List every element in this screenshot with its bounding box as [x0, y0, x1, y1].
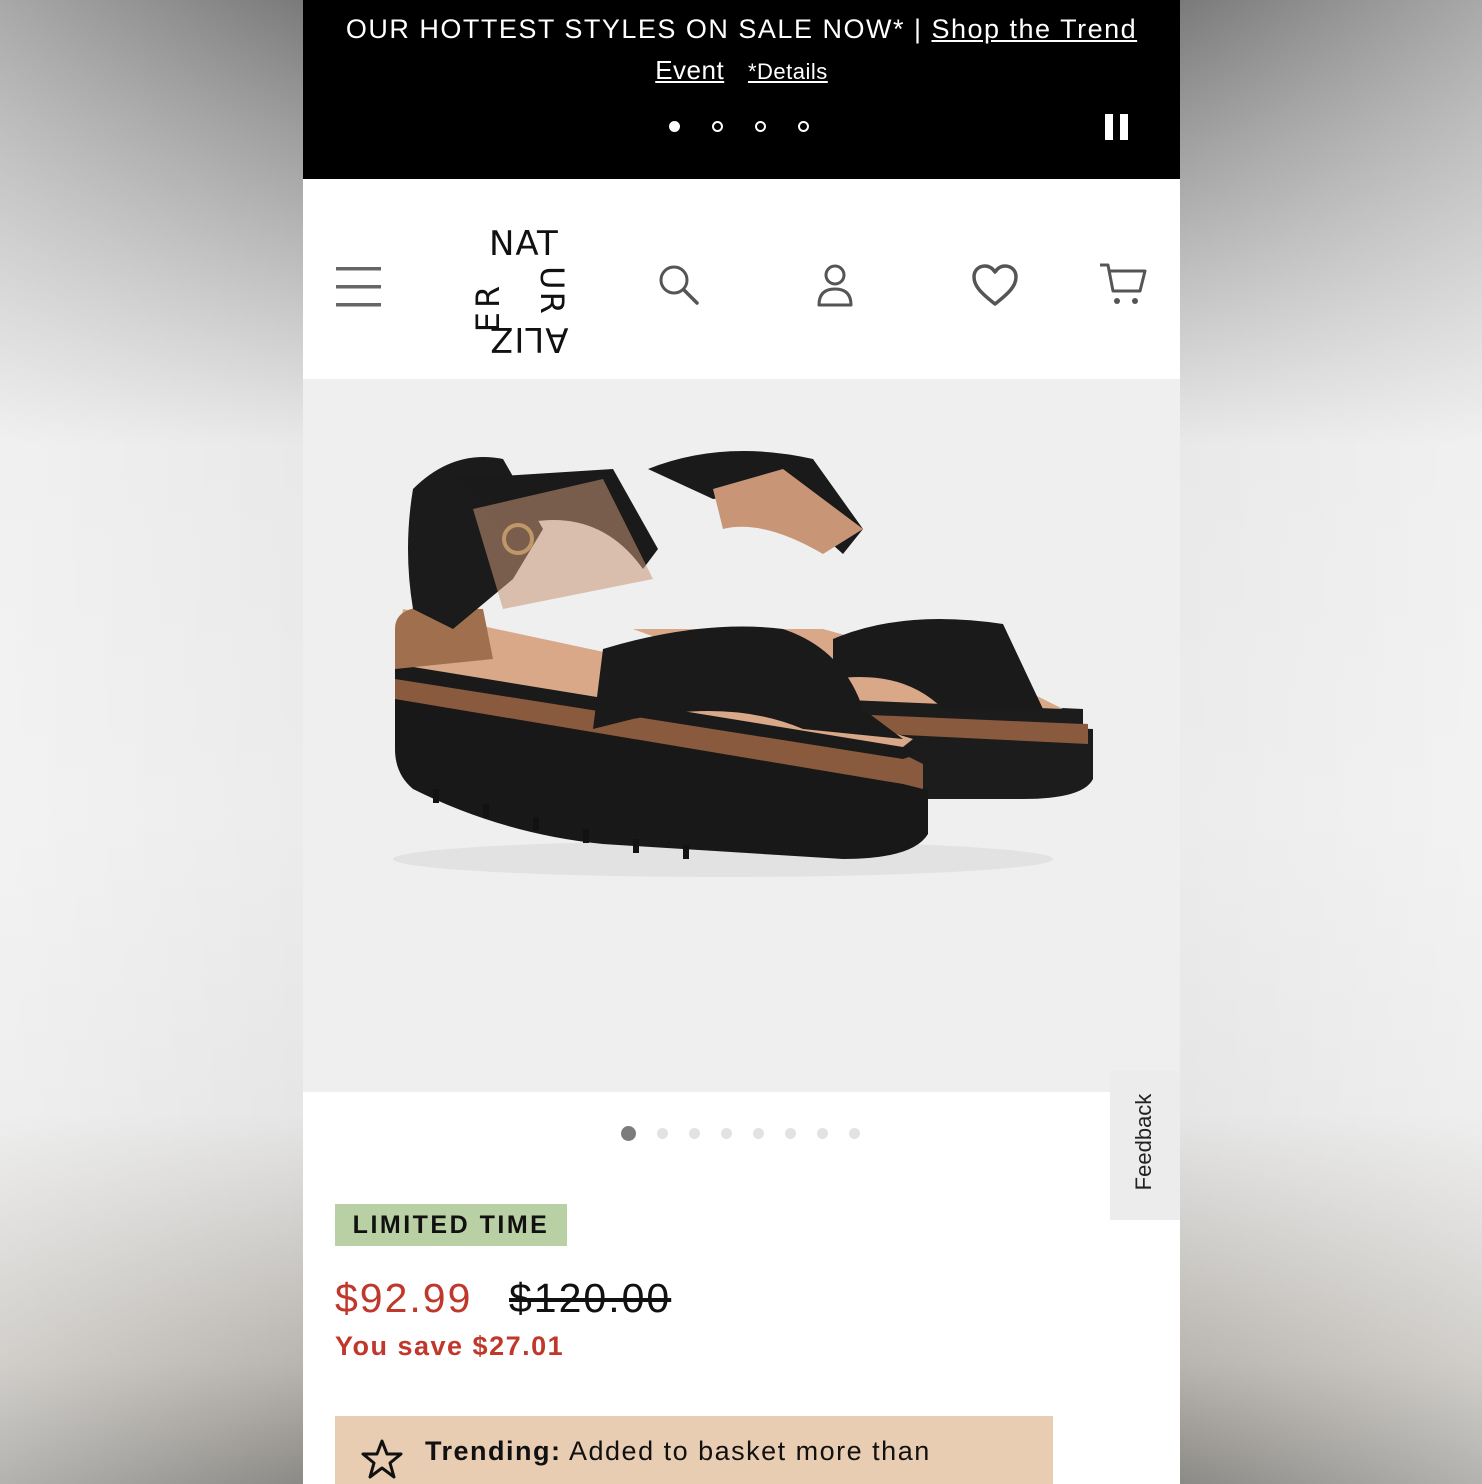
logo-right-wrap: UR [532, 261, 573, 321]
star-icon [361, 1439, 403, 1479]
details-link[interactable]: *Details [748, 59, 828, 84]
menu-button[interactable] [335, 265, 383, 314]
menu-icon [336, 267, 381, 307]
phone-screen: OUR HOTTEST STYLES ON SALE NOW* | Shop t… [303, 0, 1180, 1484]
site-header: NAT ER UR ALIZ [303, 179, 1180, 379]
trending-text-line: Trending: Added to basket more than [425, 1436, 931, 1467]
cart-icon [1100, 263, 1147, 304]
search-icon [659, 265, 699, 305]
promo-carousel-dots [669, 121, 809, 132]
pause-button[interactable] [1105, 114, 1131, 140]
shop-trend-link-event[interactable]: Event [655, 55, 724, 85]
promo-headline: OUR HOTTEST STYLES ON SALE NOW* | [345, 14, 923, 44]
backdrop-right [1180, 0, 1482, 1484]
gallery-dot-4[interactable] [721, 1128, 732, 1139]
gallery-dot-1[interactable] [621, 1126, 636, 1141]
wishlist-button[interactable] [971, 263, 1019, 312]
gallery-dot-7[interactable] [817, 1128, 828, 1139]
limited-time-badge: LIMITED TIME [335, 1204, 567, 1246]
product-image[interactable] [303, 379, 1180, 1092]
trending-label: Trending: [425, 1436, 562, 1466]
feedback-tab[interactable]: Feedback [1110, 1071, 1180, 1220]
gallery-dot-5[interactable] [753, 1128, 764, 1139]
promo-dot-4[interactable] [798, 121, 809, 132]
logo-bottom: ALIZ [489, 319, 569, 359]
gallery-dot-6[interactable] [785, 1128, 796, 1139]
promo-banner: OUR HOTTEST STYLES ON SALE NOW* | Shop t… [303, 0, 1180, 179]
promo-dot-2[interactable] [712, 121, 723, 132]
gallery-dot-2[interactable] [657, 1128, 668, 1139]
pause-bar-left [1105, 114, 1113, 140]
cart-button[interactable] [1098, 261, 1148, 312]
account-icon [817, 264, 853, 307]
trending-text: Added to basket more than [569, 1436, 931, 1466]
feedback-label: Feedback [1131, 1093, 1156, 1191]
original-price: $120.00 [509, 1275, 672, 1321]
account-button[interactable] [815, 263, 855, 312]
sandal-image [393, 451, 1093, 877]
promo-dot-3[interactable] [755, 121, 766, 132]
logo-right: UR [532, 266, 571, 316]
savings-text: You save $27.01 [335, 1331, 565, 1361]
logo-top: NAT [489, 224, 559, 264]
sale-price: $92.99 [335, 1275, 473, 1321]
promo-second-line: Event *Details [303, 55, 1180, 86]
gallery-dot-8[interactable] [849, 1128, 860, 1139]
gallery-dots [621, 1126, 860, 1141]
promo-dot-1[interactable] [669, 121, 680, 132]
gallery-dot-3[interactable] [689, 1128, 700, 1139]
promo-headline-line: OUR HOTTEST STYLES ON SALE NOW* | Shop t… [303, 14, 1180, 45]
pause-bar-right [1120, 114, 1128, 140]
heart-icon [972, 264, 1018, 306]
search-button[interactable] [657, 263, 701, 312]
brand-logo[interactable]: NAT ER UR ALIZ [469, 224, 579, 359]
shop-trend-link[interactable]: Shop the Trend [931, 14, 1137, 44]
backdrop-left [0, 0, 303, 1484]
trending-banner: Trending: Added to basket more than [335, 1416, 1053, 1484]
